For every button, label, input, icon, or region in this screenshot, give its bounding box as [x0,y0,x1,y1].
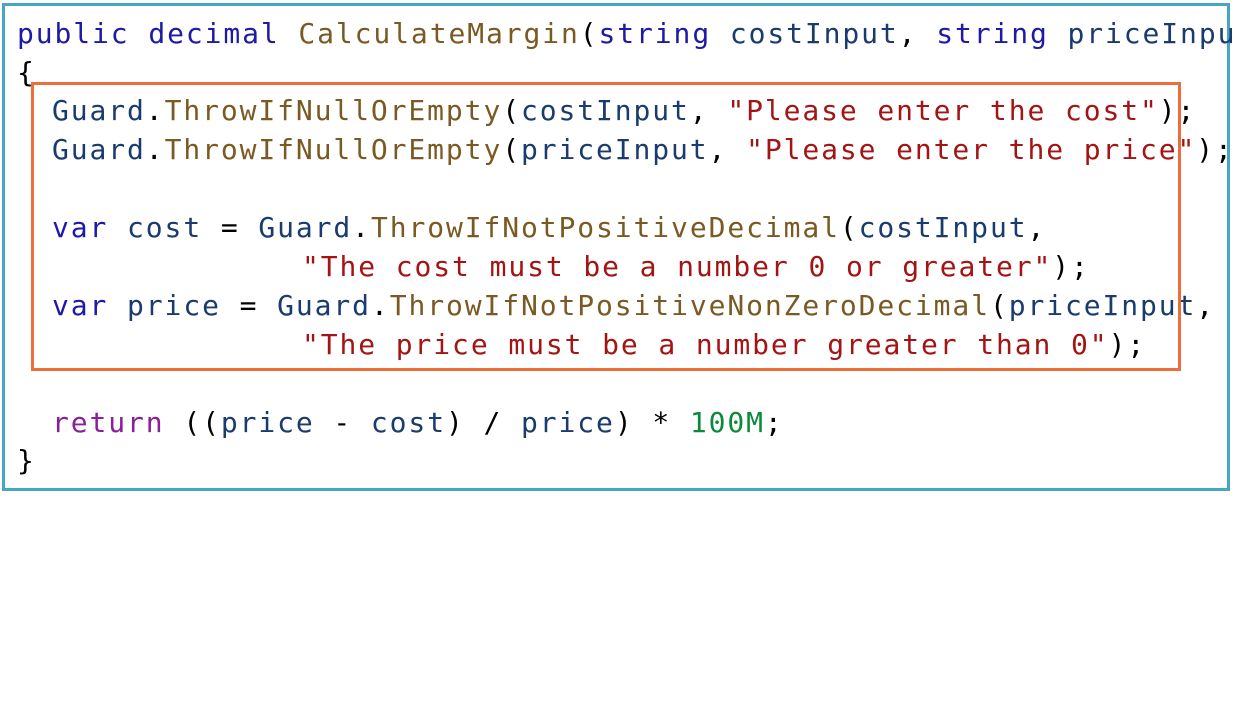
keyword-string-2: string [936,17,1049,50]
statement-end: ); [1196,133,1234,166]
param-priceinput: priceInput [1067,17,1236,50]
method-name: CalculateMargin [298,17,580,50]
open-paren: ( [579,17,599,50]
close-brace: } [17,444,36,477]
minus-operator: - [333,406,353,439]
close-paren: ) [445,406,465,439]
guard-clauses-highlight [31,82,1181,371]
keyword-decimal: decimal [148,17,280,50]
var-cost: cost [370,406,446,439]
keyword-return: return [52,406,165,439]
open-parens: (( [183,406,221,439]
divide-operator: / [483,406,503,439]
keyword-string: string [598,17,712,50]
param-costinput: costInput [729,17,899,50]
number-literal: 100M [689,406,765,439]
code-line-1: public decimal CalculateMargin(string co… [17,14,1236,53]
var-price: price [521,406,615,439]
semicolon: ; [764,406,784,439]
comma: , [898,17,918,50]
close-paren: ) [614,406,634,439]
multiply-operator: * [652,406,672,439]
keyword-public: public [17,17,130,50]
var-price: price [220,406,315,439]
comma: , [1196,289,1216,322]
code-line-10: } [17,441,36,480]
code-line-9: return ((price - cost) / price) * 100M; [52,403,784,442]
